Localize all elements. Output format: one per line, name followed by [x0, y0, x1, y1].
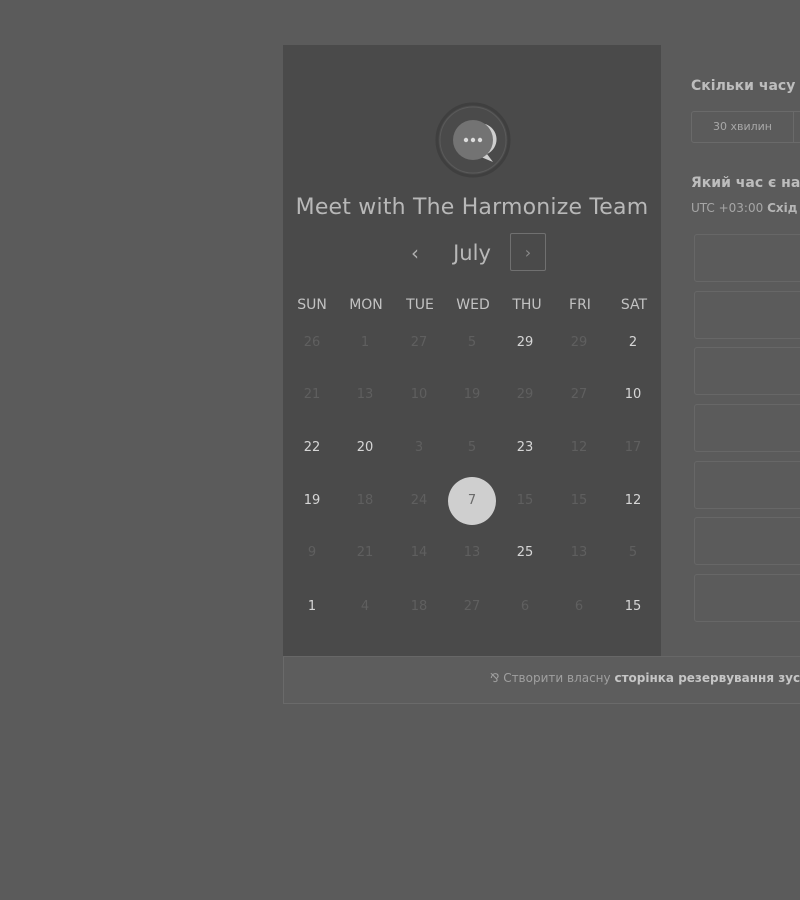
- time-slot[interactable]: [694, 574, 800, 622]
- time-slot[interactable]: [694, 517, 800, 565]
- time-slot[interactable]: [694, 347, 800, 395]
- calendar-day: 13: [463, 545, 481, 560]
- create-booking-page-link[interactable]: ⅋ Створити власну сторінка резервування …: [490, 671, 800, 685]
- weekday-label: SAT: [620, 297, 648, 313]
- calendar-day: 21: [356, 545, 374, 560]
- next-month-button[interactable]: ›: [510, 233, 546, 271]
- footer-bar: ⅋ Створити власну сторінка резервування …: [283, 656, 800, 704]
- calendar-day: 12: [570, 440, 588, 455]
- prev-month-button[interactable]: ‹: [401, 233, 429, 273]
- calendar-day[interactable]: 22: [292, 438, 332, 458]
- timezone-label[interactable]: UTC +03:00 Схід: [691, 201, 797, 215]
- month-navigation: ‹ July ›: [283, 233, 661, 273]
- weekday-label: SUN: [297, 297, 327, 313]
- calendar-day: 18: [410, 599, 428, 614]
- time-slot[interactable]: [694, 404, 800, 452]
- calendar-day: 3: [414, 440, 424, 455]
- time-slot[interactable]: [694, 234, 800, 282]
- duration-option-30[interactable]: 30 хвилин: [692, 112, 794, 142]
- chat-bubble-icon: [435, 102, 511, 178]
- calendar-day[interactable]: 2: [613, 333, 653, 353]
- weekday-label: TUE: [406, 297, 434, 313]
- time-slot[interactable]: [694, 291, 800, 339]
- timezone-offset: UTC +03:00: [691, 201, 764, 215]
- calendar-panel: Meet with The Harmonize Team ‹ July › SU…: [283, 45, 661, 656]
- calendar-day: 19: [463, 387, 481, 402]
- month-label: July: [453, 241, 491, 265]
- calendar-day: 27: [410, 335, 428, 350]
- brand-icon: ⅋: [490, 671, 500, 685]
- footer-text-prefix: Створити власну: [503, 671, 611, 685]
- booking-options-panel: Скільки часу в 30 хвилин Який час є най …: [661, 45, 800, 656]
- calendar-day: 26: [303, 335, 321, 350]
- weekday-label: WED: [456, 297, 490, 313]
- duration-question: Скільки часу в: [691, 78, 800, 94]
- calendar-day[interactable]: 25: [505, 543, 545, 563]
- selected-day[interactable]: 7: [448, 477, 496, 525]
- calendar-day: 27: [463, 599, 481, 614]
- calendar-day: 18: [356, 493, 374, 508]
- calendar-day[interactable]: 10: [613, 385, 653, 405]
- calendar-day: 10: [410, 387, 428, 402]
- booking-page: Meet with The Harmonize Team ‹ July › SU…: [0, 0, 800, 900]
- calendar-day: 15: [570, 493, 588, 508]
- footer-text-bold: сторінка резервування зустр: [614, 671, 800, 685]
- calendar-day: 14: [410, 545, 428, 560]
- calendar-day: 13: [356, 387, 374, 402]
- chevron-left-icon: ‹: [411, 241, 419, 265]
- weekday-label: FRI: [569, 297, 591, 313]
- calendar-day: 6: [574, 599, 584, 614]
- calendar-day: 24: [410, 493, 428, 508]
- calendar-day: 6: [520, 599, 530, 614]
- calendar-day[interactable]: 15: [613, 597, 653, 617]
- calendar-day: 5: [628, 545, 638, 560]
- calendar-day[interactable]: 20: [345, 438, 385, 458]
- calendar-day: 17: [624, 440, 642, 455]
- calendar-day: 29: [516, 387, 534, 402]
- calendar-day: 5: [467, 440, 477, 455]
- time-slot[interactable]: [694, 461, 800, 509]
- calendar-day[interactable]: 12: [613, 491, 653, 511]
- duration-selector: 30 хвилин: [691, 111, 800, 143]
- calendar-day: 15: [516, 493, 534, 508]
- calendar-title: Meet with The Harmonize Team: [295, 195, 649, 220]
- weekday-label: THU: [512, 297, 542, 313]
- calendar-day: 27: [570, 387, 588, 402]
- calendar-day: 9: [307, 545, 317, 560]
- weekday-label: MON: [349, 297, 383, 313]
- calendar-day: 5: [467, 335, 477, 350]
- calendar-day: 4: [360, 599, 370, 614]
- calendar-day[interactable]: 29: [505, 333, 545, 353]
- chevron-right-icon: ›: [524, 243, 532, 262]
- timezone-name: Схід: [767, 201, 798, 215]
- calendar-day[interactable]: 1: [292, 597, 332, 617]
- calendar-day: 29: [570, 335, 588, 350]
- calendar-day: 21: [303, 387, 321, 402]
- calendar-day[interactable]: 23: [505, 438, 545, 458]
- calendar-day[interactable]: 19: [292, 491, 332, 511]
- calendar-day: 1: [360, 335, 370, 350]
- calendar-day: 13: [570, 545, 588, 560]
- time-question: Який час є най: [691, 175, 800, 191]
